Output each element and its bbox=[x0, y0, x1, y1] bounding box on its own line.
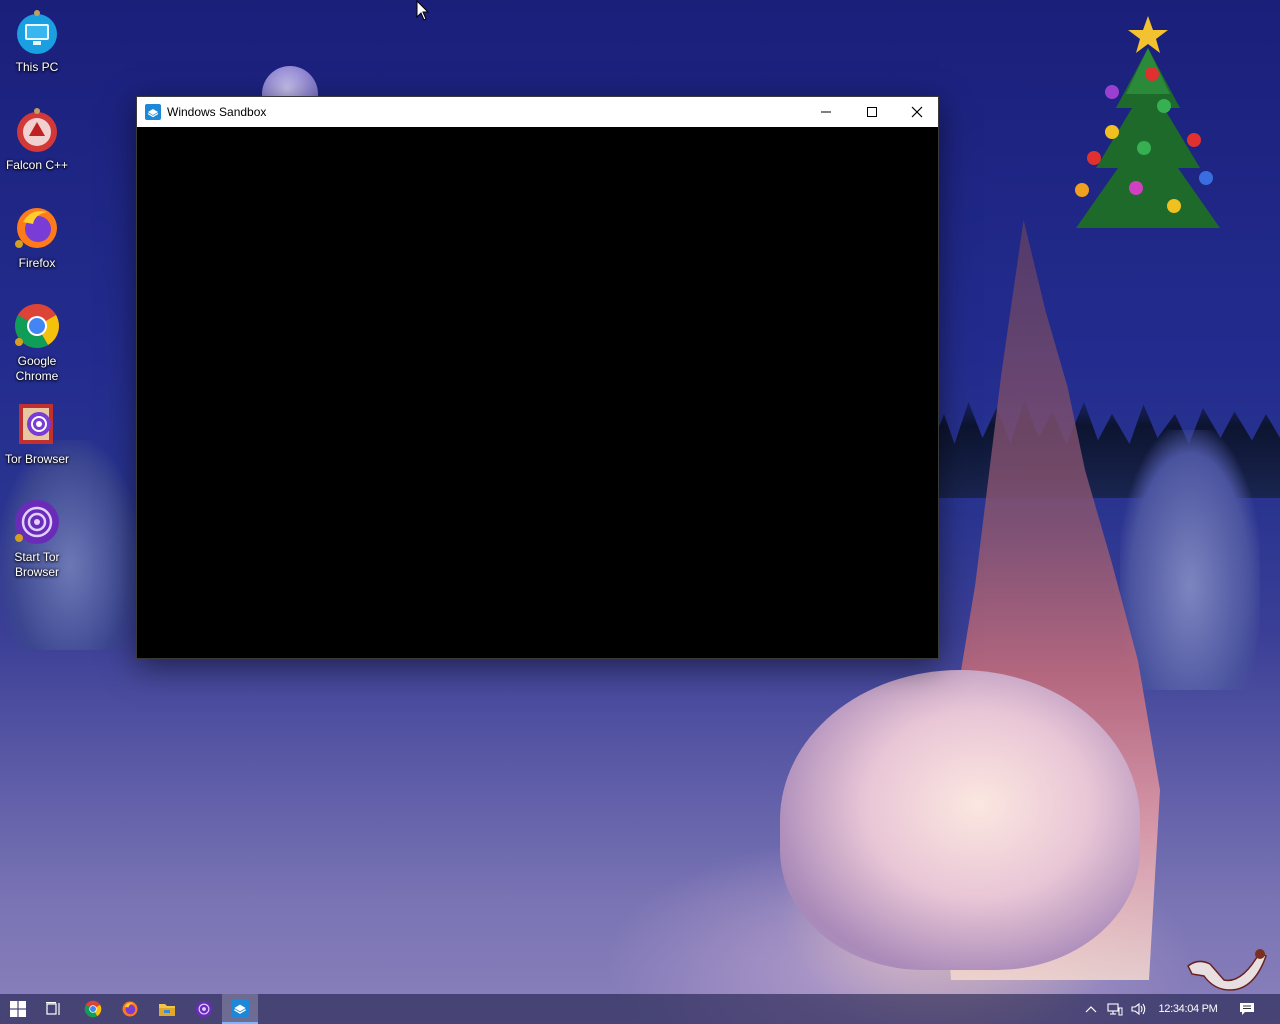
chrome-icon bbox=[13, 302, 61, 350]
start-tor-browser-icon bbox=[13, 498, 61, 546]
desktop-icon-google-chrome[interactable]: Google Chrome bbox=[0, 302, 74, 384]
windows-sandbox-icon bbox=[145, 104, 161, 120]
firefox-icon bbox=[122, 1001, 138, 1017]
mouse-cursor-icon bbox=[416, 0, 430, 21]
taskbar-firefox[interactable] bbox=[112, 994, 148, 1024]
taskbar-tor-browser[interactable] bbox=[186, 994, 222, 1024]
taskbar-file-explorer[interactable] bbox=[149, 994, 185, 1024]
this-pc-icon bbox=[13, 8, 61, 56]
sandbox-client-area[interactable] bbox=[137, 127, 938, 658]
network-tray-button[interactable] bbox=[1104, 994, 1126, 1024]
tor-icon bbox=[195, 1000, 213, 1018]
window-titlebar[interactable]: Windows Sandbox bbox=[137, 97, 938, 127]
christmas-tree-gadget bbox=[1075, 16, 1220, 228]
close-button[interactable] bbox=[894, 97, 940, 127]
falcon-cpp-icon bbox=[13, 106, 61, 154]
desktop-icon-this-pc[interactable]: This PC bbox=[0, 8, 74, 75]
desktop-icon-tor-browser[interactable]: Tor Browser bbox=[0, 400, 74, 467]
desktop-icon-label: This PC bbox=[15, 60, 59, 74]
minimize-icon bbox=[821, 111, 831, 113]
firefox-icon bbox=[13, 204, 61, 252]
desktop-icon-firefox[interactable]: Firefox bbox=[0, 204, 74, 271]
taskbar-chrome[interactable] bbox=[75, 994, 111, 1024]
show-hidden-icons-button[interactable] bbox=[1080, 994, 1102, 1024]
taskbar: 12:34:04 PM bbox=[0, 994, 1280, 1024]
desktop-icon-start-tor-browser[interactable]: Start Tor Browser bbox=[0, 498, 74, 580]
chevron-up-icon bbox=[1085, 1006, 1097, 1013]
desktop-icon-label: Tor Browser bbox=[4, 452, 69, 466]
desktop-icon-label: Start Tor Browser bbox=[14, 550, 60, 579]
network-icon bbox=[1107, 1003, 1123, 1016]
window-title: Windows Sandbox bbox=[167, 105, 267, 119]
start-button[interactable] bbox=[0, 994, 36, 1024]
task-view-icon bbox=[46, 1002, 60, 1015]
tor-browser-icon bbox=[13, 400, 61, 448]
taskbar-windows-sandbox[interactable] bbox=[222, 994, 258, 1024]
action-center-button[interactable] bbox=[1234, 994, 1260, 1024]
notification-icon bbox=[1240, 1003, 1254, 1015]
maximize-icon bbox=[867, 107, 877, 117]
desktop-icon-label: Firefox bbox=[18, 256, 56, 270]
snowy-pine-right bbox=[1120, 430, 1260, 690]
desktop-icon-label: Google Chrome bbox=[15, 354, 59, 383]
chrome-icon bbox=[84, 1000, 102, 1018]
volume-icon bbox=[1131, 1002, 1146, 1016]
folder-icon bbox=[159, 1004, 175, 1016]
close-icon bbox=[911, 106, 923, 118]
desktop-icon-label: Falcon C++ bbox=[5, 158, 69, 172]
desktop-icon-falcon-cpp[interactable]: Falcon C++ bbox=[0, 106, 74, 173]
minimize-button[interactable] bbox=[803, 97, 849, 127]
task-view-button[interactable] bbox=[36, 994, 72, 1024]
windows-sandbox-window[interactable]: Windows Sandbox bbox=[136, 96, 939, 659]
windows-logo-icon bbox=[10, 1001, 26, 1017]
volume-tray-button[interactable] bbox=[1128, 994, 1150, 1024]
taskbar-clock[interactable]: 12:34:04 PM bbox=[1152, 994, 1224, 1024]
snow-mound bbox=[780, 670, 1140, 970]
desktop-mascot-gadget bbox=[1187, 949, 1267, 991]
maximize-button[interactable] bbox=[849, 97, 895, 127]
windows-sandbox-icon bbox=[231, 999, 249, 1017]
